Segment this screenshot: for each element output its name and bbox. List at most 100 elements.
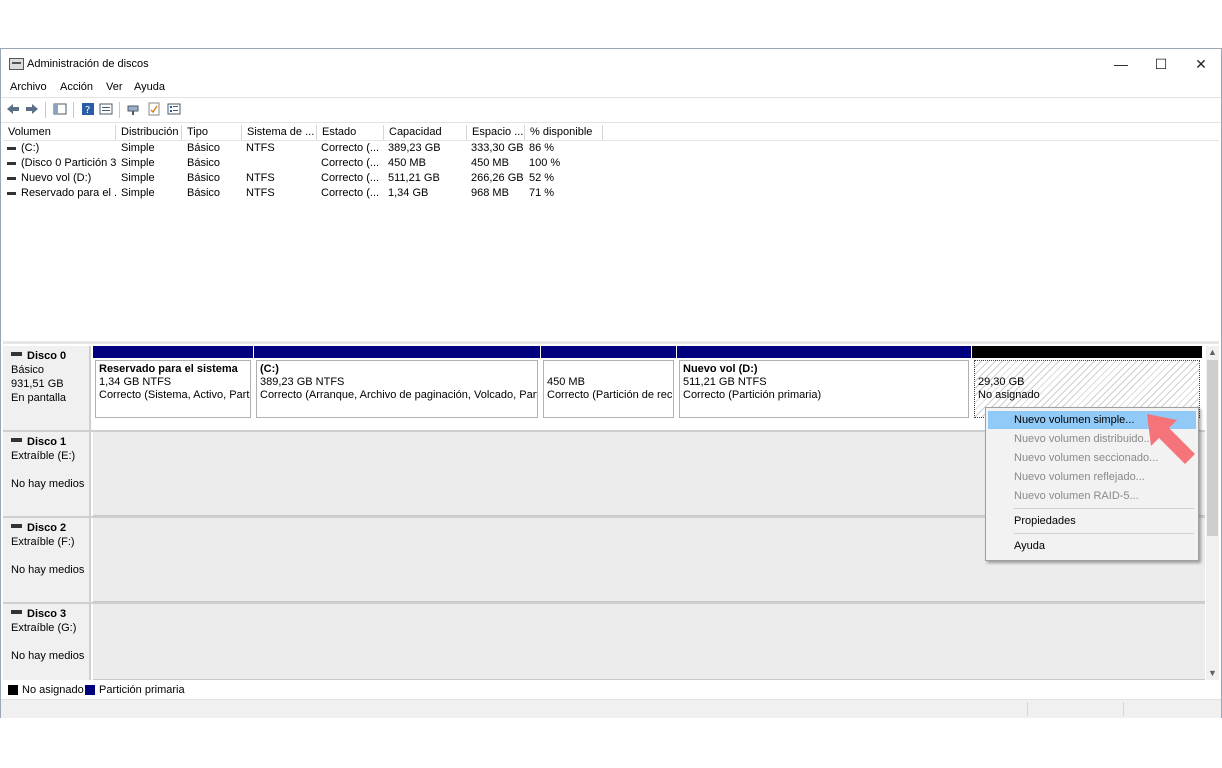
toolbar: ? [1,97,1221,123]
cell-capacidad: 450 MB [388,157,426,169]
cell-distribucion: Simple [121,172,155,184]
toolbar-separator [119,102,120,118]
volume-list[interactable]: Volumen Distribución Tipo Sistema de ...… [3,123,1219,339]
table-row[interactable]: Nuevo vol (D:) Simple Básico NTFS Correc… [3,171,703,186]
partition-title: (C:) [260,363,279,375]
legend-unallocated-label: No asignado [22,684,84,696]
disk-icon [11,438,22,442]
menu-accion[interactable]: Acción [60,81,93,93]
disk-3-empty-area [93,604,1205,680]
menu-ayuda[interactable]: Ayuda [134,81,165,93]
disk-view-scrollbar[interactable]: ▲ ▼ [1206,346,1219,680]
partition-size: 450 MB [547,376,585,388]
cell-capacidad: 1,34 GB [388,187,429,199]
partition-color-bar [541,346,676,358]
cell-disponible: 52 % [529,172,555,184]
disk-row-3: Disco 3 Extraíble (G:) No hay medios [3,604,1205,680]
table-row[interactable]: (C:) Simple Básico NTFS Correcto (... 38… [3,141,703,156]
menu-item-propiedades[interactable]: Propiedades [988,512,1196,530]
disk-0-label[interactable]: Disco 0 Básico 931,51 GB En pantalla [3,346,91,430]
cell-tipo: Básico [187,142,221,154]
title-bar[interactable]: Administración de discos — ☐ ✕ [1,49,1221,79]
close-button[interactable]: ✕ [1181,49,1221,79]
cell-capacidad: 511,21 GB [388,172,440,184]
column-header-espacio[interactable]: Espacio ... [467,125,525,140]
disk-1-status: No hay medios [11,478,85,490]
disk-icon [11,610,22,614]
list-icon[interactable] [167,102,181,116]
disk-management-app-icon [9,58,24,70]
cell-tipo: Básico [187,187,221,199]
forward-arrow-icon[interactable] [25,102,39,116]
partition-size: 1,34 GB NTFS [99,376,172,388]
menu-ver[interactable]: Ver [106,81,123,93]
disk-1-label[interactable]: Disco 1 Extraíble (E:) No hay medios [3,432,91,516]
column-header-capacidad[interactable]: Capacidad [384,125,467,140]
properties-icon[interactable] [99,102,113,116]
partition-box: Nuevo vol (D:) 511,21 GB NTFS Correcto (… [679,360,969,418]
disk-1-type: Extraíble (E:) [11,450,76,462]
volume-icon [7,192,16,195]
column-header-volumen[interactable]: Volumen [3,125,116,140]
help-icon[interactable]: ? [81,102,95,116]
partition-size: 29,30 GB [978,376,1025,388]
cell-distribucion: Simple [121,142,155,154]
toolbar-separator [73,102,74,118]
table-row[interactable]: (Disco 0 Partición 3) Simple Básico Corr… [3,156,703,171]
partition-box: (C:) 389,23 GB NTFS Correcto (Arranque, … [256,360,538,418]
console-tree-icon[interactable] [53,102,67,116]
menu-item-ayuda[interactable]: Ayuda [988,537,1196,555]
disk-3-status: No hay medios [11,650,85,662]
column-header-sistema[interactable]: Sistema de ... [242,125,317,140]
cell-estado: Correcto (... [321,142,380,154]
cell-distribucion: Simple [121,157,155,169]
disk-3-label[interactable]: Disco 3 Extraíble (G:) No hay medios [3,604,91,680]
scroll-thumb[interactable] [1207,360,1218,536]
partition-color-bar [93,346,253,358]
partition-status: Correcto (Sistema, Activo, Partic [99,389,251,401]
column-header-tipo[interactable]: Tipo [182,125,242,140]
partition-status: Correcto (Arranque, Archivo de paginació… [260,389,538,401]
partition-box: 450 MB Correcto (Partición de recu [543,360,674,418]
pointer-arrow-icon [1147,414,1195,464]
toolbar-separator [45,102,46,118]
menu-item-nuevo-volumen-reflejado: Nuevo volumen reflejado... [1014,471,1145,483]
disk-3-type: Extraíble (G:) [11,622,77,634]
column-header-estado[interactable]: Estado [317,125,384,140]
partition-recovery[interactable]: 450 MB Correcto (Partición de recu [541,346,676,420]
disk-0-type: Básico [11,364,45,376]
scroll-down-arrow-icon[interactable]: ▼ [1206,667,1219,680]
partition-status: Correcto (Partición de recu [547,389,674,401]
scroll-up-arrow-icon[interactable]: ▲ [1206,346,1219,359]
partition-c[interactable]: (C:) 389,23 GB NTFS Correcto (Arranque, … [254,346,540,420]
table-row[interactable]: Reservado para el ... Simple Básico NTFS… [3,186,703,201]
status-separator [1027,702,1028,716]
menu-bar: Archivo Acción Ver Ayuda [1,79,1221,97]
disk-management-window: Administración de discos — ☐ ✕ Archivo A… [0,48,1222,718]
menu-archivo[interactable]: Archivo [10,81,47,93]
cell-capacidad: 389,23 GB [388,142,441,154]
disk-2-label[interactable]: Disco 2 Extraíble (F:) No hay medios [3,518,91,602]
legend-unallocated-swatch [8,685,18,695]
window-title: Administración de discos [27,58,149,70]
minimize-button[interactable]: — [1101,49,1141,79]
svg-text:?: ? [85,105,90,116]
back-arrow-icon[interactable] [6,102,20,116]
cell-sistema: NTFS [246,142,275,154]
pane-splitter[interactable] [3,341,1219,344]
maximize-button[interactable]: ☐ [1141,49,1181,79]
cell-espacio: 266,26 GB [471,172,524,184]
disk-0-status: En pantalla [11,392,67,404]
column-header-distribucion[interactable]: Distribución [116,125,182,140]
connect-icon[interactable] [126,102,140,116]
disk-0-size: 931,51 GB [11,378,64,390]
cell-distribucion: Simple [121,187,155,199]
partition-reserved[interactable]: Reservado para el sistema 1,34 GB NTFS C… [93,346,253,420]
cell-sistema: NTFS [246,172,275,184]
disk-0-name: Disco 0 [27,350,67,362]
check-icon[interactable] [147,102,161,116]
partition-d[interactable]: Nuevo vol (D:) 511,21 GB NTFS Correcto (… [677,346,971,420]
column-header-disponible[interactable]: % disponible [525,125,603,140]
cell-volumen: Reservado para el ... [21,187,116,199]
legend-primary-swatch [85,685,95,695]
